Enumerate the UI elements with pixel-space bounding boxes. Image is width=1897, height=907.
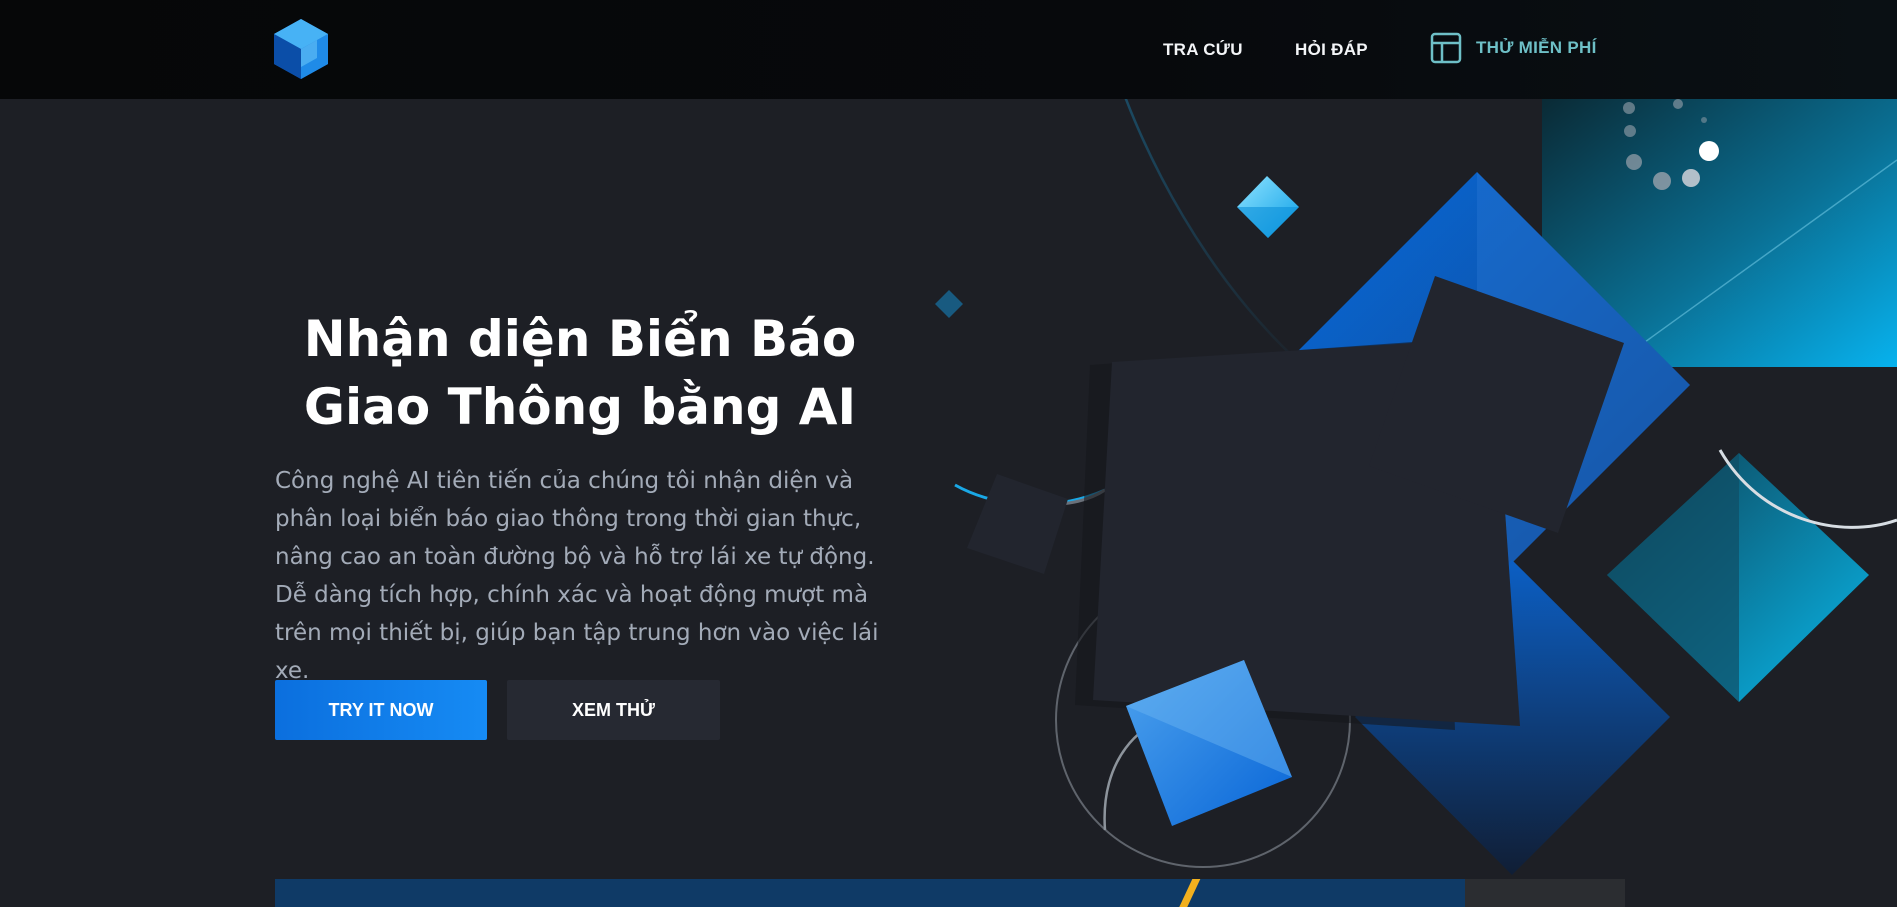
decorative-stripe — [1173, 879, 1201, 907]
cube-logo-icon[interactable] — [272, 17, 330, 81]
hero-illustration — [935, 0, 1897, 875]
top-navbar: TRA CỨU HỎI ĐÁP THỬ MIỄN PHÍ — [0, 0, 1897, 99]
page: TRA CỨU HỎI ĐÁP THỬ MIỄN PHÍ Nhận diện B… — [0, 0, 1897, 907]
decorative-block — [1465, 879, 1625, 907]
nav-free-trial-link[interactable]: THỬ MIỄN PHÍ — [1430, 32, 1597, 64]
layout-icon — [1430, 32, 1462, 64]
nav-tra-cuu[interactable]: TRA CỨU — [1163, 40, 1243, 60]
nav-free-trial-label: THỬ MIỄN PHÍ — [1476, 38, 1597, 57]
next-section-preview — [275, 879, 1625, 907]
nav-hoi-dap[interactable]: HỎI ĐÁP — [1295, 40, 1368, 60]
